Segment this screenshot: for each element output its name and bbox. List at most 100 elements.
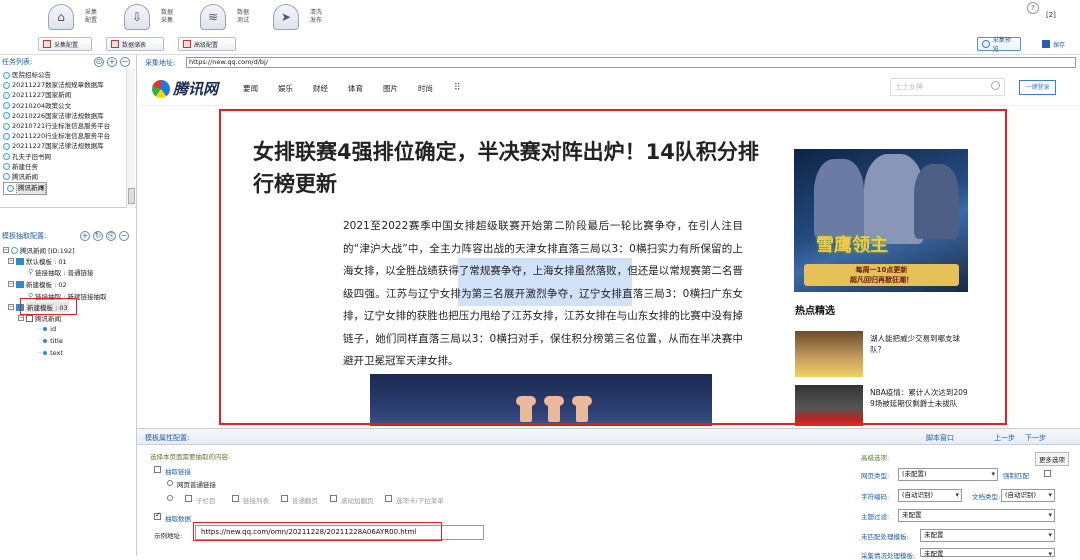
- nav-link[interactable]: 财经: [313, 83, 328, 94]
- task-icon: [3, 102, 10, 110]
- unmatched-template-label: 未匹配处理模板:: [861, 533, 909, 541]
- task-scrollbar[interactable]: [126, 68, 135, 208]
- task-label: 20211227国家新闻: [12, 91, 72, 100]
- extract-data-checkbox[interactable]: [154, 511, 161, 520]
- login-button[interactable]: 一键登录: [1019, 80, 1056, 95]
- task-item[interactable]: 腾讯新闻: [3, 172, 129, 182]
- normal-link-label: 网页普通链接: [177, 481, 216, 489]
- task-list-title: 任务列表:: [2, 58, 33, 66]
- prev-step-link[interactable]: 上一步: [994, 433, 1015, 443]
- doc-type-label: 文档类型:: [972, 493, 1001, 501]
- normal-link-radio[interactable]: [167, 480, 173, 486]
- option-label: 普通翻页: [292, 497, 318, 505]
- copy-icon[interactable]: ⎘: [106, 231, 116, 241]
- task-item[interactable]: 20211227国家新闻: [3, 90, 129, 100]
- task-item[interactable]: 医院招标公告: [3, 70, 129, 80]
- force-match-checkbox[interactable]: [1044, 470, 1051, 477]
- collapse-icon[interactable]: −: [8, 304, 14, 310]
- task-label: 20210721行业标准信息服务平台: [12, 121, 111, 130]
- nav-link[interactable]: 时尚: [418, 83, 433, 94]
- remove-icon[interactable]: −: [120, 57, 130, 67]
- clean-publish-button[interactable]: ➤ 清洗 发布: [273, 2, 331, 32]
- collapse-icon[interactable]: −: [3, 247, 9, 253]
- topic-filter-select[interactable]: 未配置: [898, 509, 1055, 522]
- nav-link[interactable]: 娱乐: [278, 83, 293, 94]
- nav-link[interactable]: 要闻: [243, 83, 258, 94]
- search-icon[interactable]: [991, 81, 1000, 90]
- search-icon[interactable]: ⊙: [94, 57, 104, 67]
- page-type-select[interactable]: (未配置): [898, 468, 998, 481]
- nav-link[interactable]: 图片: [383, 83, 398, 94]
- url-label: 采集地址:: [145, 59, 176, 67]
- refresh-icon[interactable]: ↻: [93, 231, 103, 241]
- data-collect-button[interactable]: ⇩ 数据 采集: [124, 2, 182, 32]
- field-label: title: [50, 337, 63, 345]
- collapse-icon[interactable]: −: [8, 281, 14, 287]
- task-item[interactable]: 20211220行业标准信息服务平台: [3, 131, 129, 141]
- link-extract-node[interactable]: ⚲ 链接抽取 : 普通链接: [28, 267, 93, 277]
- task-item[interactable]: 新建任务: [3, 162, 129, 172]
- doc-type-select[interactable]: (自动识别): [1001, 489, 1055, 502]
- task-item-selected[interactable]: 腾讯新闻: [3, 182, 47, 196]
- template-node[interactable]: − 默认模板 : 01: [8, 256, 67, 266]
- task-item[interactable]: 20211227数家法规规章数据库: [3, 80, 129, 90]
- option-checkbox[interactable]: [330, 495, 337, 502]
- grid-menu-icon[interactable]: ⠿: [454, 83, 461, 93]
- scrollbar-thumb[interactable]: [128, 188, 135, 204]
- task-item[interactable]: 20210226国家法律法规数据库: [3, 111, 129, 121]
- template-root[interactable]: − 腾讯新闻 [ID:192]: [3, 245, 75, 255]
- data-test-button[interactable]: ≋ 数据 测试: [200, 2, 258, 32]
- save-button[interactable]: 保存: [1038, 37, 1076, 51]
- site-search-input[interactable]: 土土女神: [890, 78, 1005, 96]
- collect-preview-button[interactable]: 采集预览: [977, 37, 1021, 53]
- task-icon: [3, 81, 10, 89]
- advanced-config-tab[interactable]: 高级配置: [178, 37, 236, 51]
- field-label: id: [50, 325, 57, 333]
- option-checkbox[interactable]: [185, 495, 192, 502]
- example-url-label: 示例地址:: [154, 532, 183, 540]
- more-options-button[interactable]: 更多选项: [1035, 452, 1069, 466]
- task-label: 20211220行业标准信息服务平台: [12, 132, 111, 141]
- url-input[interactable]: https://new.qq.com/d/bj/: [186, 57, 1076, 68]
- script-window-link[interactable]: 脚本窗口: [926, 433, 954, 443]
- collect-config-button[interactable]: ⌂ 采集 配置: [48, 2, 106, 32]
- option-label: 链接列表: [243, 497, 269, 505]
- site-logo[interactable]: 腾讯网: [152, 78, 218, 99]
- field-node[interactable]: ·· id: [38, 325, 56, 333]
- nav-link[interactable]: 体育: [348, 83, 363, 94]
- field-node[interactable]: ·· text: [38, 349, 63, 357]
- help-icon[interactable]: ?: [1027, 2, 1039, 14]
- charset-select[interactable]: (自动识别): [898, 489, 962, 502]
- tree-connector: ··: [38, 325, 43, 333]
- option-checkbox[interactable]: [232, 495, 239, 502]
- tree-connector: ··: [38, 337, 43, 345]
- data-storage-tab[interactable]: 数据储表: [106, 37, 164, 51]
- next-step-link[interactable]: 下一步: [1025, 433, 1046, 443]
- add-icon[interactable]: +: [107, 57, 117, 67]
- task-item[interactable]: 20211227国家法律法规数据库: [3, 141, 129, 151]
- task-item[interactable]: 20210204政策公文: [3, 101, 129, 111]
- collapse-icon[interactable]: −: [18, 315, 24, 321]
- collapse-icon[interactable]: −: [8, 258, 14, 264]
- collect-config-tab[interactable]: 采集配置: [38, 37, 92, 51]
- remove-icon[interactable]: −: [119, 231, 129, 241]
- task-label: 腾讯新闻: [16, 183, 46, 195]
- option-checkbox[interactable]: [281, 495, 288, 502]
- task-icon: [11, 246, 18, 254]
- task-item[interactable]: 20210721行业标准信息服务平台: [3, 121, 129, 131]
- task-label: 20211227国家法律法规数据库: [12, 142, 104, 151]
- add-icon[interactable]: +: [80, 231, 90, 241]
- template-config-title: 模板抽取配置:: [2, 232, 47, 240]
- extract-link-checkbox[interactable]: [154, 466, 161, 473]
- collect-preview-label: 采集预览: [992, 37, 1011, 53]
- template-node[interactable]: − 新建模板 : 02: [8, 279, 67, 289]
- field-node[interactable]: ·· title: [38, 337, 63, 345]
- charset-label: 字符编码:: [861, 493, 890, 501]
- option-checkbox[interactable]: [385, 495, 392, 502]
- unmatched-template-select[interactable]: 未配置: [920, 529, 1055, 542]
- collect-config-tab-label: 采集配置: [54, 41, 79, 49]
- template-icon: [16, 257, 24, 265]
- data-test-label: 数据 测试: [236, 9, 249, 24]
- task-item[interactable]: 孔夫子旧书网: [3, 152, 129, 162]
- link-type-radio[interactable]: [167, 495, 173, 501]
